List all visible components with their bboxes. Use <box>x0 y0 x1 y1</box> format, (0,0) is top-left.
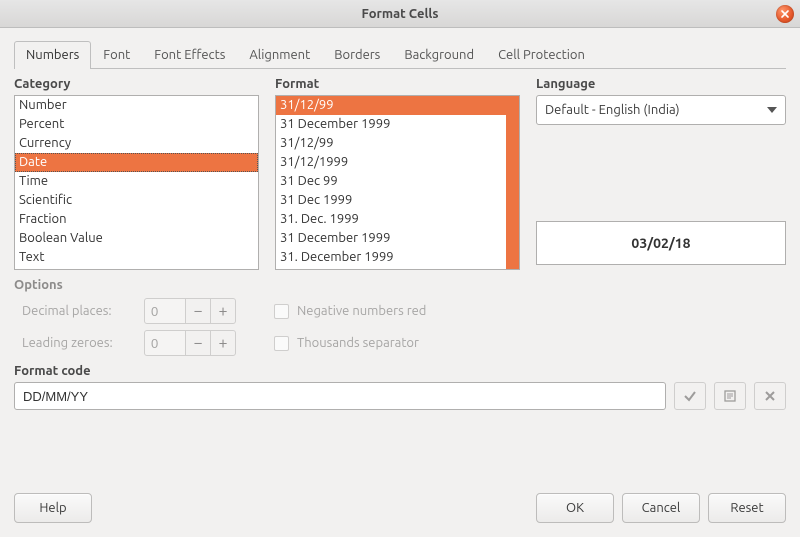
note-icon <box>714 382 746 410</box>
list-item[interactable]: Date <box>15 153 258 172</box>
list-item[interactable]: Boolean Value <box>15 229 258 248</box>
tab-alignment[interactable]: Alignment <box>237 41 322 69</box>
plus-icon: + <box>210 330 236 356</box>
list-item[interactable]: Percent <box>15 115 258 134</box>
list-item[interactable]: 31. Dec. 1999 <box>276 210 506 229</box>
minus-icon: − <box>185 298 211 324</box>
tab-font[interactable]: Font <box>91 41 142 69</box>
format-code-heading: Format code <box>14 364 786 378</box>
list-item[interactable]: 31 Dec 1999 <box>276 191 506 210</box>
tab-background[interactable]: Background <box>392 41 486 69</box>
language-select[interactable]: Default - English (India) <box>536 95 786 125</box>
delete-icon <box>754 382 786 410</box>
language-heading: Language <box>536 77 786 91</box>
checkbox-icon <box>274 304 289 319</box>
thousands-sep-checkbox: Thousands separator <box>274 336 419 351</box>
leading-zeroes-stepper: − + <box>144 330 236 356</box>
list-item[interactable]: Fraction <box>15 210 258 229</box>
chevron-down-icon <box>767 107 777 113</box>
checkbox-icon <box>274 336 289 351</box>
close-icon[interactable] <box>776 5 794 23</box>
list-item[interactable]: Fri 31 Dec 99 <box>276 267 506 270</box>
list-item[interactable]: 31 December 1999 <box>276 229 506 248</box>
tab-numbers[interactable]: Numbers <box>14 41 91 69</box>
tab-font-effects[interactable]: Font Effects <box>142 41 237 69</box>
language-value: Default - English (India) <box>545 103 680 117</box>
minus-icon: − <box>185 330 211 356</box>
negative-red-checkbox: Negative numbers red <box>274 304 426 319</box>
list-item[interactable]: 31 Dec 99 <box>276 172 506 191</box>
list-item[interactable]: Currency <box>15 134 258 153</box>
thousands-sep-label: Thousands separator <box>297 336 419 350</box>
scrollbar[interactable] <box>506 96 519 269</box>
ok-button[interactable]: OK <box>536 493 614 523</box>
options-heading: Options <box>14 278 786 292</box>
dialog-footer: Help OK Cancel Reset <box>0 481 800 537</box>
preview-value: 03/02/18 <box>631 235 690 251</box>
plus-icon: + <box>210 298 236 324</box>
list-item[interactable]: 31 December 1999 <box>276 115 506 134</box>
list-item[interactable]: 31/12/99 <box>276 134 506 153</box>
decimal-places-input <box>144 298 186 324</box>
tab-borders[interactable]: Borders <box>322 41 392 69</box>
reset-button[interactable]: Reset <box>708 493 786 523</box>
format-list[interactable]: 31/12/99 31 December 1999 31/12/99 31/12… <box>275 95 520 270</box>
leading-zeroes-input <box>144 330 186 356</box>
category-list[interactable]: Number Percent Currency Date Time Scient… <box>14 95 259 270</box>
category-heading: Category <box>14 77 259 91</box>
list-item[interactable]: Time <box>15 172 258 191</box>
window-title: Format Cells <box>361 7 438 21</box>
format-code-input[interactable] <box>14 382 666 410</box>
list-item[interactable]: Number <box>15 96 258 115</box>
list-item[interactable]: Scientific <box>15 191 258 210</box>
leading-zeroes-label: Leading zeroes: <box>14 336 134 350</box>
decimal-places-stepper: − + <box>144 298 236 324</box>
list-item[interactable]: 31. December 1999 <box>276 248 506 267</box>
apply-icon <box>674 382 706 410</box>
list-item[interactable]: 31/12/1999 <box>276 153 506 172</box>
help-button[interactable]: Help <box>14 493 92 523</box>
preview-box: 03/02/18 <box>536 221 786 265</box>
title-bar: Format Cells <box>0 0 800 28</box>
tab-strip: Numbers Font Font Effects Alignment Bord… <box>14 40 786 69</box>
decimal-places-label: Decimal places: <box>14 304 134 318</box>
format-heading: Format <box>275 77 520 91</box>
list-item[interactable]: 31/12/99 <box>276 96 506 115</box>
cancel-button[interactable]: Cancel <box>622 493 700 523</box>
negative-red-label: Negative numbers red <box>297 304 426 318</box>
tab-cell-protection[interactable]: Cell Protection <box>486 41 597 69</box>
list-item[interactable]: Text <box>15 248 258 267</box>
